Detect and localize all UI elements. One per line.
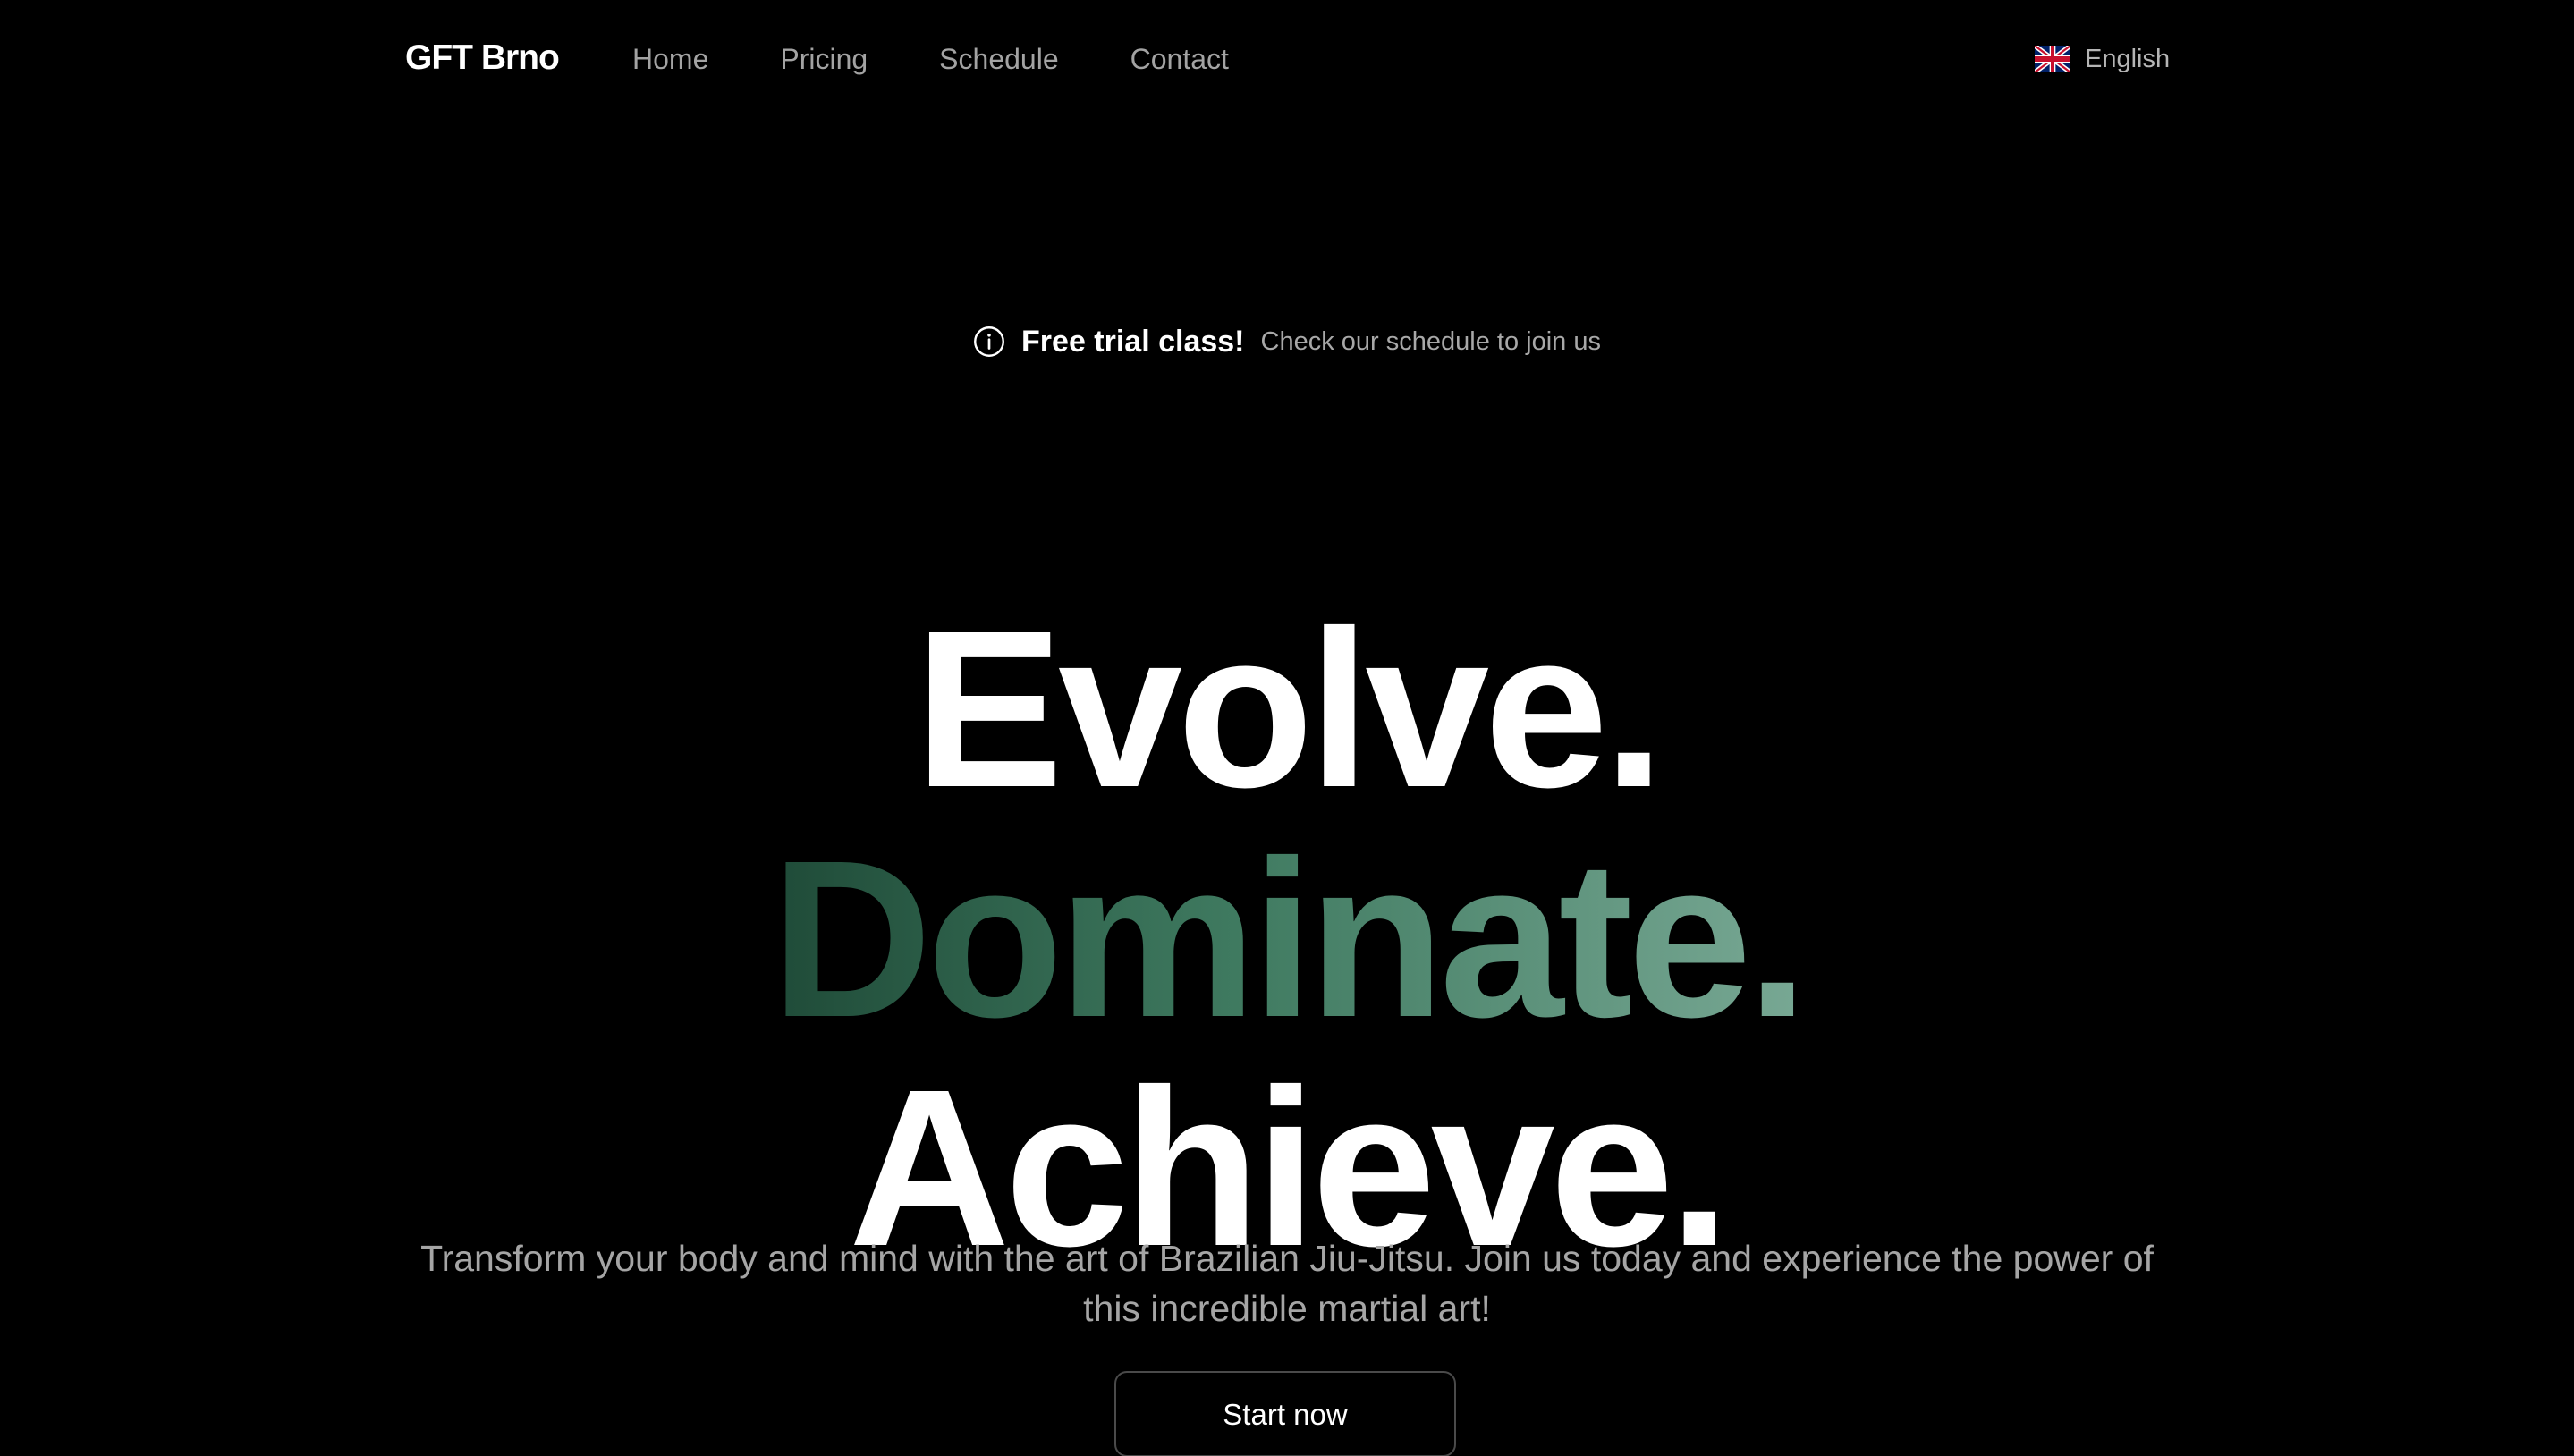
nav-link-schedule[interactable]: Schedule [939, 39, 1058, 79]
info-icon [974, 326, 1004, 357]
start-now-button[interactable]: Start now [1114, 1371, 1456, 1456]
hero-line-dominate: Dominate. [0, 824, 2574, 1054]
hero-line-evolve: Evolve. [914, 583, 1665, 834]
nav-link-contact[interactable]: Contact [1130, 39, 1229, 79]
brand-logo[interactable]: GFT Brno [405, 38, 560, 79]
hero-line-dominate-text: Dominate. [770, 813, 1808, 1063]
hero-subtitle: Transform your body and mind with the ar… [420, 1238, 2154, 1329]
nav-links: Home Pricing Schedule Contact [632, 39, 1300, 79]
nav-link-pricing[interactable]: Pricing [780, 39, 868, 79]
language-label: English [2085, 45, 2171, 73]
trial-announcement[interactable]: Free trial class! Check our schedule to … [0, 322, 2574, 361]
uk-flag-icon [2035, 46, 2070, 72]
top-navigation: GFT Brno Home Pricing Schedule Contact E… [0, 0, 2574, 116]
announcement-title: Free trial class! [1021, 325, 1245, 359]
announcement-text: Check our schedule to join us [1260, 327, 1601, 356]
language-selector[interactable]: English [2035, 39, 2170, 79]
nav-link-home[interactable]: Home [632, 39, 708, 79]
